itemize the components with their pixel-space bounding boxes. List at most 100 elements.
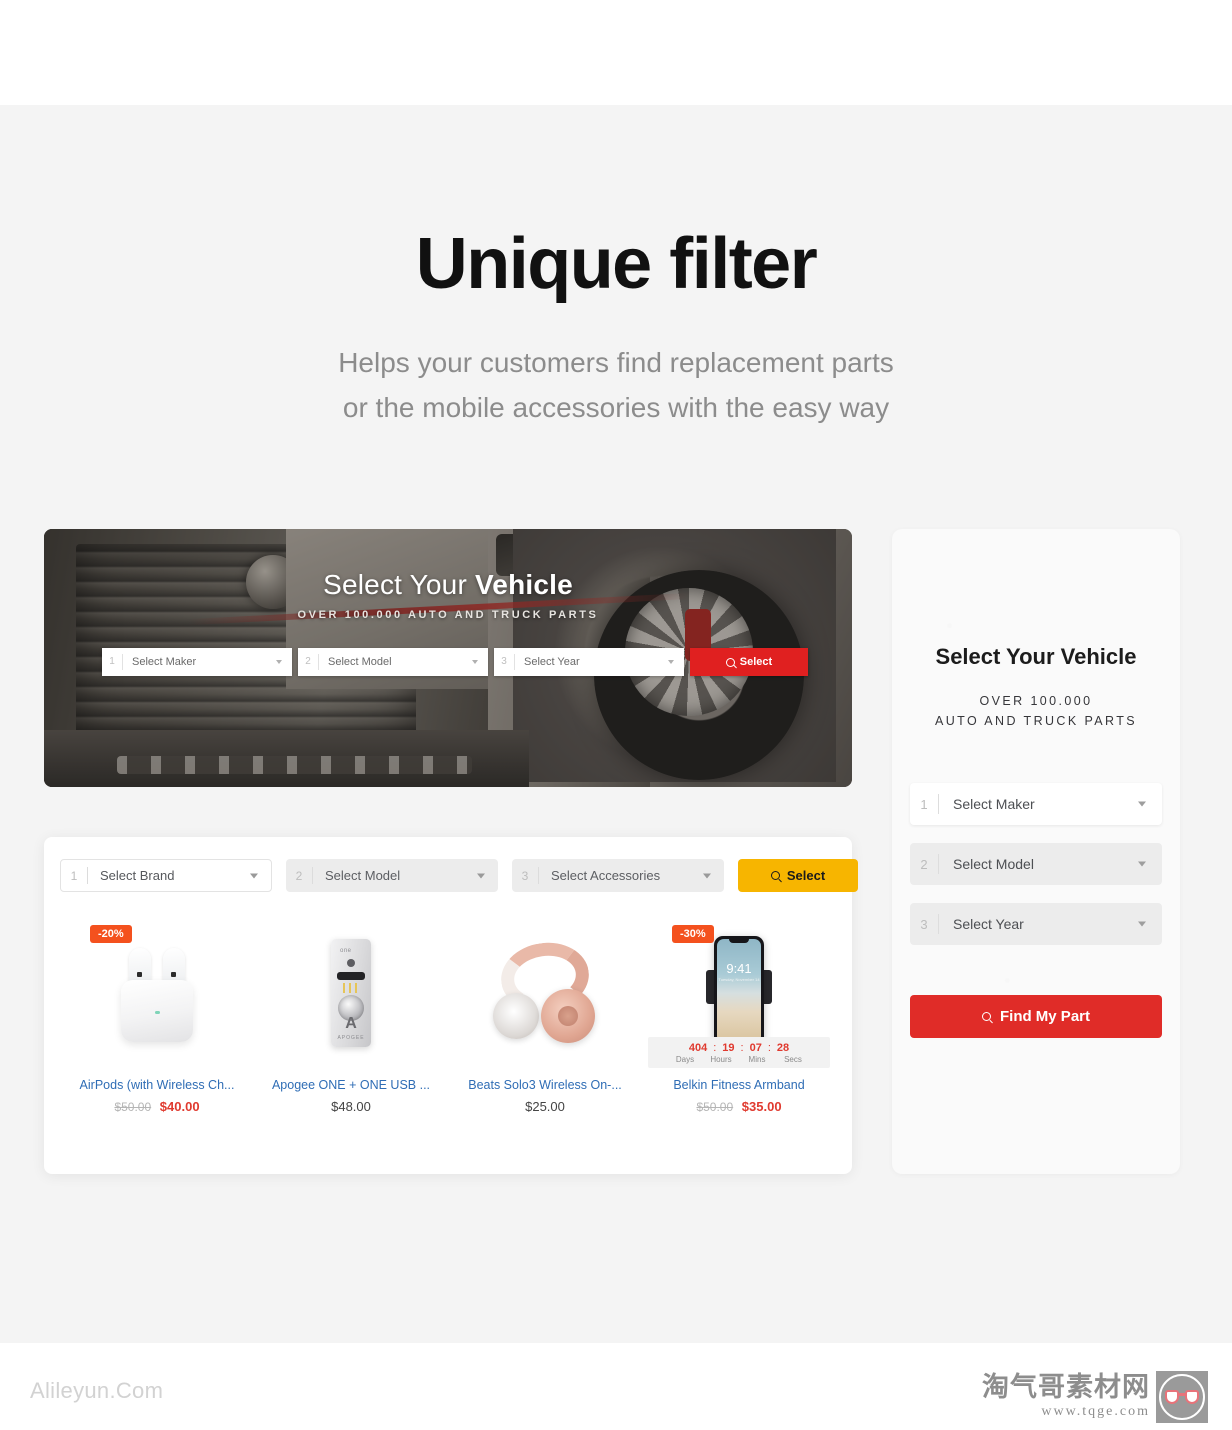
products-panel: 1 Select Brand 2 Select Model 3 Select A… <box>44 837 858 1174</box>
side-select-model[interactable]: 2 Select Model <box>910 843 1162 885</box>
phone-time: 9:41 <box>726 960 752 976</box>
product-card[interactable]: -30% 9:41 Tuesday, November 14 404: 19 … <box>642 917 836 1114</box>
side-select-maker[interactable]: 1 Select Maker <box>910 783 1162 825</box>
product-price: $48.00 <box>254 1099 448 1114</box>
page-root: Unique filter Helps your customers find … <box>0 0 1232 1430</box>
chevron-down-icon <box>472 660 478 664</box>
hero-select-model-label: Select Model <box>328 656 392 668</box>
select-accessories[interactable]: 3 Select Accessories <box>512 859 724 892</box>
product-card[interactable]: Beats Solo3 Wireless On-... $25.00 <box>448 917 642 1114</box>
subtitle-line-2: or the mobile accessories with the easy … <box>342 392 890 423</box>
vehicle-finder-panel: Select Your Vehicle OVER 100.000 AUTO AN… <box>892 529 1180 1174</box>
find-my-part-label: Find My Part <box>999 1008 1090 1025</box>
hero-select-year[interactable]: 3 Select Year <box>494 648 684 676</box>
page-subtitle: Helps your customers find replacement pa… <box>0 340 1232 430</box>
watermark-logo <box>1156 1371 1208 1423</box>
hero-select-model[interactable]: 2 Select Model <box>298 648 488 676</box>
hero-subtitle: OVER 100.000 AUTO AND TRUCK PARTS <box>297 609 599 621</box>
hero-select-year-index: 3 <box>494 654 515 670</box>
search-icon <box>770 871 780 880</box>
product-old-price: $50.00 <box>114 1100 152 1114</box>
countdown-hours: 19 <box>722 1042 735 1054</box>
hero-title-light: Select Your <box>323 569 475 600</box>
glasses-icon <box>1165 1390 1199 1404</box>
side-select-maker-label: Select Maker <box>953 796 1035 812</box>
hero-filter-bar: 1 Select Maker 2 Select Model 3 Select Y… <box>102 648 808 676</box>
hero-banner: Select Your Vehicle OVER 100.000 AUTO AN… <box>44 529 852 787</box>
search-icon <box>981 1012 991 1021</box>
select-model[interactable]: 2 Select Model <box>286 859 498 892</box>
countdown-hours-label: Hours <box>710 1055 732 1064</box>
product-price: $50.00 $35.00 <box>642 1099 836 1114</box>
product-name[interactable]: Beats Solo3 Wireless On-... <box>448 1078 642 1092</box>
watermark-left: Alileyun.Com <box>30 1378 164 1403</box>
hero-title: Select Your Vehicle <box>44 569 852 601</box>
product-price: $25.00 <box>448 1099 642 1114</box>
side-select-model-index: 2 <box>920 856 928 872</box>
product-image-apogee: one A APOGEE <box>254 925 448 1060</box>
subtitle-line-1: Helps your customers find replacement pa… <box>338 347 894 378</box>
hero-select-year-label: Select Year <box>524 656 580 668</box>
product-card[interactable]: one A APOGEE Apogee ONE + ONE USB ... $4… <box>254 917 448 1114</box>
watermark-url: www.tqge.com <box>1041 1404 1150 1419</box>
hero-select-maker-label: Select Maker <box>132 656 197 668</box>
hero-select-maker[interactable]: 1 Select Maker <box>102 648 292 676</box>
side-select-year[interactable]: 3 Select Year <box>910 903 1162 945</box>
countdown-separator: : <box>740 1042 744 1054</box>
product-old-price: $50.00 <box>696 1100 734 1114</box>
product-filter-bar: 1 Select Brand 2 Select Model 3 Select A… <box>60 859 858 892</box>
find-my-part-button[interactable]: Find My Part <box>910 995 1162 1038</box>
side-select-year-index: 3 <box>920 916 928 932</box>
product-image-airpods <box>60 925 254 1060</box>
chevron-down-icon <box>1138 861 1146 867</box>
product-new-price: $48.00 <box>331 1099 371 1114</box>
countdown-separator: : <box>767 1042 771 1054</box>
side-panel-subtitle-line-2: AUTO AND TRUCK PARTS <box>935 714 1137 728</box>
countdown-separator: : <box>713 1042 717 1054</box>
product-card[interactable]: -20% AirPods (with Wireless Ch... $50.00… <box>60 917 254 1114</box>
chevron-down-icon <box>1138 801 1146 807</box>
product-image-belkin: 9:41 Tuesday, November 14 404 : 19 : 07 … <box>642 925 836 1068</box>
hero-select-button-label: Select <box>739 656 773 668</box>
discount-badge: -20% <box>90 925 132 943</box>
search-icon <box>725 657 735 667</box>
side-select-year-label: Select Year <box>953 916 1024 932</box>
hero-select-button[interactable]: Select <box>690 648 808 676</box>
select-brand-index: 1 <box>70 868 78 883</box>
select-brand-label: Select Brand <box>100 868 175 883</box>
product-image-beats <box>448 925 642 1060</box>
page-title: Unique filter <box>415 224 818 304</box>
countdown-mins-label: Mins <box>748 1055 766 1064</box>
phone-date: Tuesday, November 14 <box>718 976 760 982</box>
side-panel-title: Select Your Vehicle <box>935 644 1137 669</box>
side-panel-subtitle-line-1: OVER 100.000 <box>979 694 1093 708</box>
chevron-down-icon <box>668 660 674 664</box>
product-select-button-label: Select <box>786 868 826 883</box>
hero-select-maker-index: 1 <box>102 654 123 670</box>
countdown-days: 404 <box>688 1042 708 1054</box>
product-name[interactable]: Belkin Fitness Armband <box>642 1078 836 1092</box>
select-model-index: 2 <box>295 868 303 883</box>
product-name[interactable]: Apogee ONE + ONE USB ... <box>254 1078 448 1092</box>
chevron-down-icon <box>276 660 282 664</box>
countdown-timer: 404 : 19 : 07 : 28 Days Hours Mins Secs <box>648 1037 830 1068</box>
watermark-brand-cn: 淘气哥素材网 <box>982 1372 1150 1402</box>
chevron-down-icon <box>703 873 711 878</box>
countdown-secs-label: Secs <box>784 1055 802 1064</box>
watermark-right: 淘气哥素材网 www.tqge.com <box>982 1371 1208 1423</box>
left-column: Select Your Vehicle OVER 100.000 AUTO AN… <box>44 529 858 1174</box>
hero-title-bold: Vehicle <box>474 569 573 600</box>
countdown-mins: 07 <box>749 1042 762 1054</box>
chevron-down-icon <box>250 873 258 878</box>
discount-badge: -30% <box>672 925 714 943</box>
product-name[interactable]: AirPods (with Wireless Ch... <box>60 1078 254 1092</box>
hero-select-model-index: 2 <box>298 654 319 670</box>
select-accessories-label: Select Accessories <box>551 868 661 883</box>
product-new-price: $25.00 <box>525 1099 565 1114</box>
side-select-model-label: Select Model <box>953 856 1034 872</box>
countdown-secs: 28 <box>776 1042 790 1054</box>
select-model-label: Select Model <box>325 868 401 883</box>
product-new-price: $40.00 <box>159 1099 200 1114</box>
product-select-button[interactable]: Select <box>738 859 858 892</box>
select-brand[interactable]: 1 Select Brand <box>60 859 272 892</box>
